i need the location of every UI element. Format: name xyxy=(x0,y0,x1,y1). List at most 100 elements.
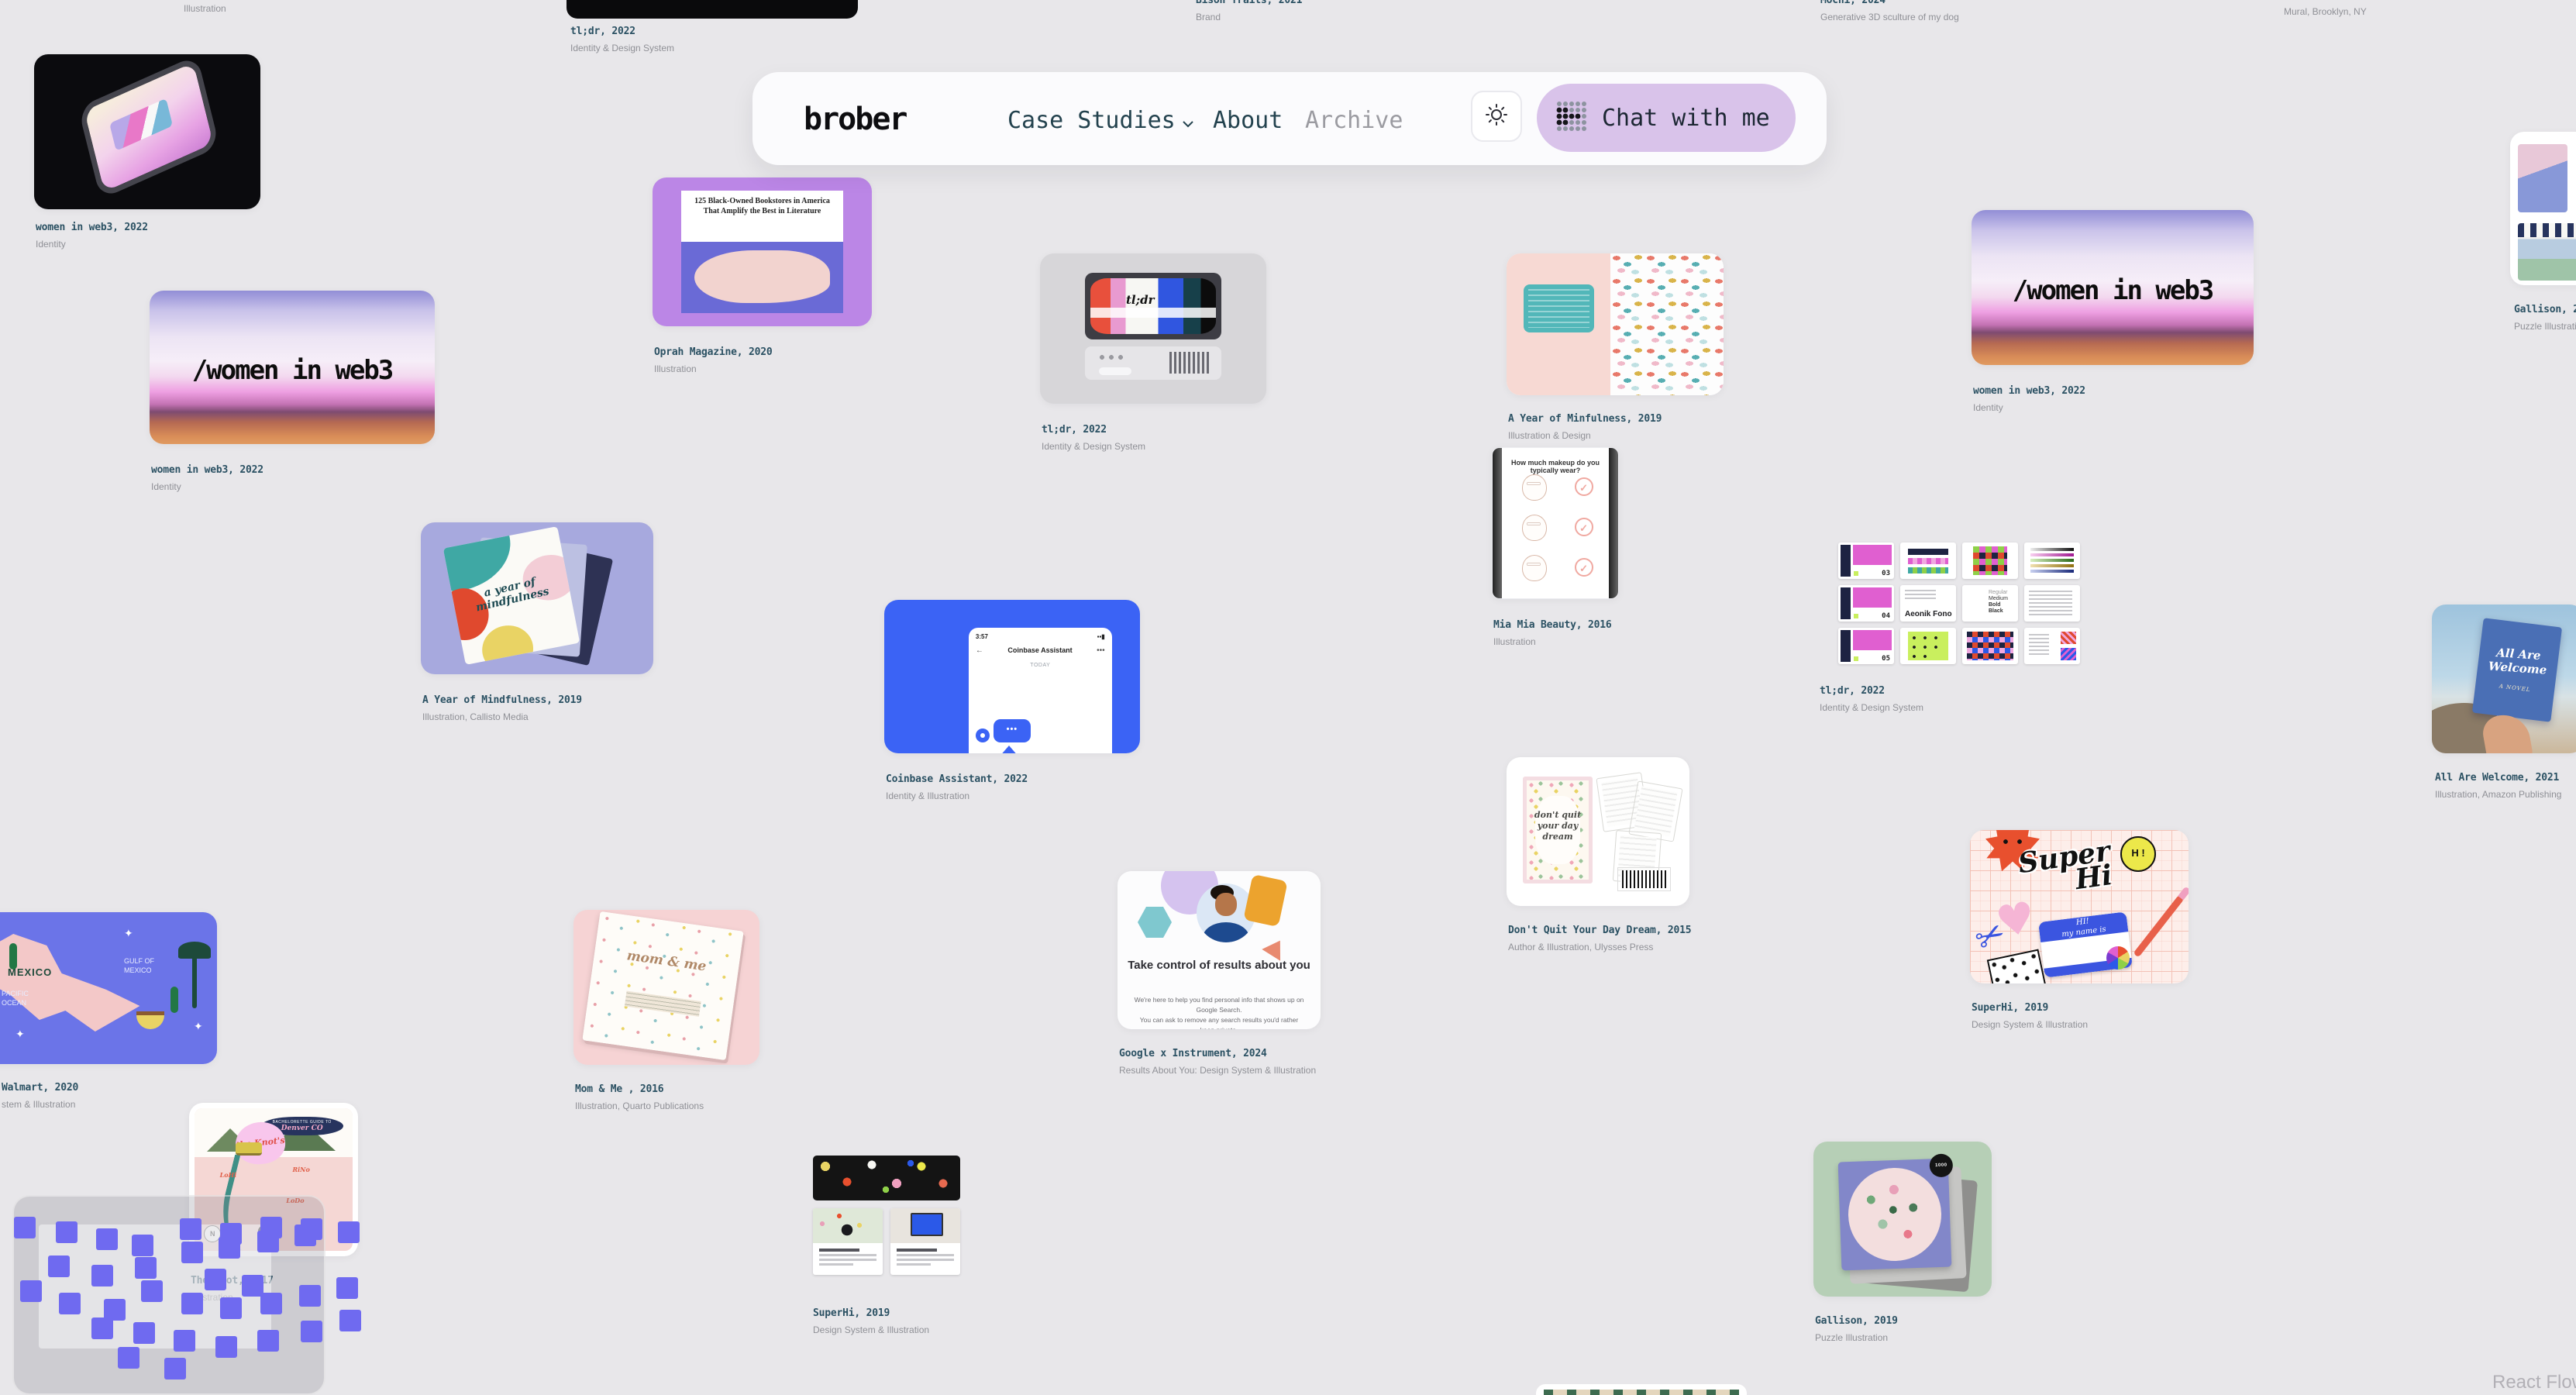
card-subtitle: Illustration xyxy=(184,3,226,14)
sparkle: ✦ xyxy=(194,1021,203,1033)
minimap-node xyxy=(220,1297,242,1319)
theme-toggle-button[interactable] xyxy=(1471,91,1522,142)
quote-panel xyxy=(1507,253,1610,395)
smiley-sticker: H ! xyxy=(2120,836,2156,872)
minimap-node xyxy=(219,1237,240,1259)
minimap-node xyxy=(339,1310,361,1331)
card-label-mochi: Mochi, 2024 Generative 3D sculture of my… xyxy=(1820,0,1959,22)
chat-day-label: TODAY xyxy=(976,663,1105,668)
chat-with-me-button[interactable]: Chat with me xyxy=(1537,84,1796,152)
card-subtitle: Generative 3D sculture of my dog xyxy=(1820,12,1959,22)
project-card-dont-quit[interactable]: don't quit your day dream xyxy=(1507,757,1689,906)
book-cover: don't quit your day dream xyxy=(1523,777,1593,884)
card-title[interactable]: Gallison, 2019 xyxy=(1815,1315,1898,1327)
card-title[interactable]: Mom & Me , 2016 xyxy=(575,1083,704,1095)
card-subtitle: Puzzle Illustration xyxy=(2514,321,2576,332)
card-title[interactable]: Coinbase Assistant, 2022 xyxy=(886,773,1028,785)
card-title[interactable]: Google x Instrument, 2024 xyxy=(1119,1048,1316,1059)
nav-link-case-studies[interactable]: Case Studies xyxy=(1007,107,1194,134)
minimap-node xyxy=(133,1322,155,1344)
project-card-mom-and-me[interactable]: mom & me xyxy=(573,910,759,1065)
card-label-gallison-right: Gallison, 2019 Puzzle Illustration xyxy=(2514,304,2576,332)
cactus xyxy=(170,987,178,1013)
card-title[interactable]: SuperHi, 2019 xyxy=(813,1307,929,1319)
card-title[interactable]: women in web3, 2022 xyxy=(1973,385,2085,397)
card-subtitle: Identity xyxy=(1973,402,2085,413)
quiz-option-row: ✓ xyxy=(1517,474,1593,501)
face-sketch xyxy=(1522,515,1547,541)
card-title[interactable]: tl;dr, 2022 xyxy=(1042,424,1145,436)
card-title[interactable]: tl;dr, 2022 xyxy=(570,26,674,37)
card-title[interactable]: women in web3, 2022 xyxy=(36,222,148,233)
project-card-tldr-tv[interactable]: tl;dr xyxy=(1040,253,1266,404)
project-card-women-in-web3-phone[interactable] xyxy=(34,54,260,209)
slide-number: 03 xyxy=(1882,570,1890,577)
minimap-node xyxy=(294,1224,316,1246)
quiz-option-row: ✓ xyxy=(1517,515,1593,541)
nav-link-archive[interactable]: Archive xyxy=(1305,107,1403,134)
card-label-walmart: Walmart, 2020 stem & Illustration xyxy=(2,1082,78,1110)
card-title[interactable]: Oprah Magazine, 2020 xyxy=(654,346,773,358)
project-card-superhi-stickers[interactable]: Super Hi H ! ♥ HI! my name is ✂ xyxy=(1970,830,2189,983)
card-label-tldr-tv: tl;dr, 2022 Identity & Design System xyxy=(1042,424,1145,452)
project-card-oprah-magazine[interactable]: 125 Black-Owned Bookstores in America Th… xyxy=(653,177,872,326)
project-card-year-of-minfulness[interactable] xyxy=(1507,253,1724,395)
minimap-node xyxy=(215,1336,237,1358)
card-title[interactable]: Mia Mia Beauty, 2016 xyxy=(1493,619,1612,631)
project-card-gallison-puzzle[interactable]: 1000 xyxy=(1813,1142,1992,1297)
map-label: LoHi xyxy=(220,1171,237,1179)
minimap-node xyxy=(181,1293,203,1314)
us-map-illustration xyxy=(681,242,843,312)
card-title[interactable]: SuperHi, 2019 xyxy=(1972,1002,2088,1014)
project-card-google-instrument[interactable]: Take control of results about you We're … xyxy=(1118,871,1321,1029)
project-card-bottom-sliver[interactable] xyxy=(1536,1384,1747,1395)
circular-city-illustration xyxy=(1847,1166,1943,1262)
puzzle-box: 1000 xyxy=(1838,1159,1952,1271)
card-label-superhi-stickers: SuperHi, 2019 Design System & Illustrati… xyxy=(1972,1002,2088,1030)
sticker-banner xyxy=(813,1156,960,1200)
project-card-women-in-web3-gradient-2[interactable]: /women in web3 xyxy=(1972,210,2254,365)
project-card-gallison-right[interactable] xyxy=(2510,132,2576,285)
card-title[interactable]: Walmart, 2020 xyxy=(2,1082,78,1094)
card-title[interactable]: All Are Welcome, 2021 xyxy=(2435,772,2561,784)
face-sketch xyxy=(1522,555,1547,581)
project-card-mia-mia-beauty[interactable]: How much makeup do you typically wear? ✓… xyxy=(1492,447,1619,599)
website-screenshot xyxy=(890,1208,960,1275)
project-card-women-in-web3-gradient[interactable]: /women in web3 xyxy=(150,291,435,444)
card-title[interactable]: Bison Trails, 2021 xyxy=(1196,0,1302,6)
card-title[interactable]: women in web3, 2022 xyxy=(151,464,263,476)
nav-link-about[interactable]: About xyxy=(1213,107,1283,134)
confetti-pattern xyxy=(1610,253,1724,395)
card-title[interactable]: Mochi, 2024 xyxy=(1820,0,1959,6)
card-title[interactable]: A Year of Minfulness, 2019 xyxy=(1508,413,1662,425)
project-card-tldr-brand-slides[interactable]: 03 04 Aeonik Fono Regular Mediu xyxy=(1838,542,2080,663)
card-title[interactable]: A Year of Mindfulness, 2019 xyxy=(422,694,582,706)
project-card-tldr-top-sliver[interactable] xyxy=(567,0,858,19)
card-title[interactable]: tl;dr, 2022 xyxy=(1820,685,1923,697)
card-subtitle: Author & Illustration, Ulysses Press xyxy=(1508,942,1691,952)
project-card-coinbase-assistant[interactable]: 3:57 ▪▪▮ ← Coinbase Assistant ••• TODAY … xyxy=(884,600,1140,753)
card-subtitle: Identity & Illustration xyxy=(886,790,1028,801)
card-title[interactable]: Gallison, 2019 xyxy=(2514,304,2576,315)
project-card-mindfulness-book[interactable]: a year of mindfulness xyxy=(421,522,653,674)
slide-pattern-swatches xyxy=(2024,628,2080,664)
slide-typography-cover: 04 xyxy=(1838,585,1894,622)
react-flow-canvas[interactable]: Illustration tl;dr, 2022 Identity & Desi… xyxy=(0,0,2576,1395)
phone-bezel xyxy=(1493,448,1502,598)
back-arrow-icon: ← xyxy=(976,646,983,655)
iphone-mockup xyxy=(78,55,220,200)
card-subtitle: Illustration xyxy=(1493,636,1612,647)
card-title[interactable]: Don't Quit Your Day Dream, 2015 xyxy=(1508,925,1691,936)
card-subtitle: Design System & Illustration xyxy=(813,1324,929,1335)
project-card-all-are-welcome[interactable]: All Are Welcome A NOVEL xyxy=(2432,604,2576,753)
logo[interactable]: brober xyxy=(804,102,907,137)
react-flow-attribution[interactable]: React Flow xyxy=(2492,1372,2576,1393)
minimap-node xyxy=(56,1221,77,1243)
teal-hexagon xyxy=(1138,907,1172,938)
card-label-dont-quit: Don't Quit Your Day Dream, 2015 Author &… xyxy=(1508,925,1691,952)
minimap-node xyxy=(14,1217,36,1238)
project-card-superhi-site[interactable] xyxy=(813,1156,960,1287)
card-label-women-in-web3-gradient: women in web3, 2022 Identity xyxy=(151,464,263,492)
project-card-walmart-mexico[interactable]: MEXICO GULF OF MEXICO PACIFIC OCEAN ✦ ✦ … xyxy=(0,912,217,1064)
card-subtitle: Illustration, Quarto Publications xyxy=(575,1100,704,1111)
